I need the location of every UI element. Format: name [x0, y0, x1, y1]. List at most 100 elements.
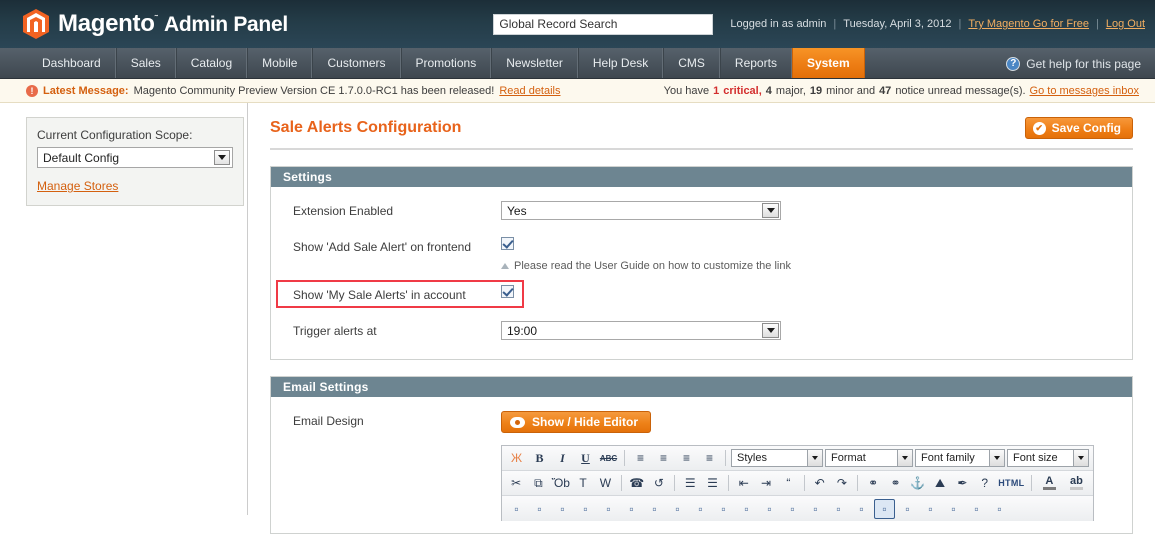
align-justify-icon[interactable]: ≡	[699, 448, 720, 468]
cut-icon[interactable]: ✂	[506, 473, 526, 493]
toolbar-button[interactable]: ▫	[759, 499, 780, 519]
nav-item-label: Dashboard	[42, 56, 101, 70]
font-family-select[interactable]: Font family	[915, 449, 1005, 467]
toolbar-button[interactable]: ▫	[920, 499, 941, 519]
toolbar-button[interactable]: ▫	[897, 499, 918, 519]
nav-item-help-desk[interactable]: Help Desk	[577, 48, 664, 78]
link-icon[interactable]: ⚭	[863, 473, 883, 493]
header-separator: |	[1096, 18, 1099, 30]
toolbar-button[interactable]: ▫	[874, 498, 895, 519]
styles-select[interactable]: Styles	[731, 449, 823, 467]
bullet-list-icon[interactable]: ☰	[680, 473, 700, 493]
nav-item-newsletter[interactable]: Newsletter	[491, 48, 578, 78]
toolbar-button[interactable]: ▫	[805, 499, 826, 519]
tinymce-logo-icon[interactable]: Ж	[506, 448, 527, 468]
find-replace-icon[interactable]: ↺	[649, 473, 669, 493]
cleanup-icon[interactable]: ✒	[952, 473, 972, 493]
try-magento-go-link[interactable]: Try Magento Go for Free	[968, 18, 1089, 30]
nav-item-cms[interactable]: CMS	[663, 48, 720, 78]
nav-item-catalog[interactable]: Catalog	[175, 48, 248, 78]
toolbar-button[interactable]: ▫	[943, 499, 964, 519]
toolbar-button[interactable]: ▫	[828, 499, 849, 519]
paste-icon[interactable]: Ὄb	[551, 473, 571, 493]
config-sidebar: Current Configuration Scope: Default Con…	[0, 103, 248, 515]
nav-item-system[interactable]: System	[791, 48, 865, 78]
find-icon[interactable]: ☎	[627, 473, 647, 493]
font-size-select[interactable]: Font size	[1007, 449, 1089, 467]
header-separator: |	[958, 18, 962, 30]
toolbar-button[interactable]: ▫	[644, 499, 665, 519]
anchor-icon[interactable]: ⚓	[908, 473, 928, 493]
toolbar-button[interactable]: ▫	[690, 499, 711, 519]
toolbar-button[interactable]: ▫	[529, 499, 550, 519]
get-help-link[interactable]: ? Get help for this page	[1006, 48, 1141, 79]
italic-icon[interactable]: I	[552, 448, 573, 468]
undo-icon[interactable]: ↶	[810, 473, 830, 493]
toolbar-button[interactable]: ▫	[851, 499, 872, 519]
paste-from-word-icon[interactable]: W	[595, 473, 615, 493]
save-config-button[interactable]: ✔ Save Config	[1024, 117, 1133, 139]
setting-label: Extension Enabled	[293, 204, 394, 218]
read-details-link[interactable]: Read details	[499, 85, 560, 97]
setting-select[interactable]: 19:00	[501, 321, 781, 340]
bold-icon[interactable]: B	[529, 448, 550, 468]
redo-icon[interactable]: ↷	[832, 473, 852, 493]
toolbar-button[interactable]: ▫	[667, 499, 688, 519]
global-search-input[interactable]	[493, 13, 714, 35]
settings-panel-heading: Settings	[271, 167, 1132, 187]
toolbar-button[interactable]: ▫	[736, 499, 757, 519]
html-source-icon[interactable]: HTML	[997, 473, 1026, 493]
latest-message-text: Magento Community Preview Version CE 1.7…	[133, 84, 495, 97]
nav-item-dashboard[interactable]: Dashboard	[28, 48, 116, 78]
chevron-down-icon	[214, 150, 230, 165]
nav-item-sales[interactable]: Sales	[115, 48, 176, 78]
messages-inbox-link[interactable]: Go to messages inbox	[1030, 85, 1139, 97]
log-out-link[interactable]: Log Out	[1106, 18, 1145, 30]
indent-icon[interactable]: ⇥	[756, 473, 776, 493]
strikethrough-icon[interactable]: ABC	[598, 448, 619, 468]
background-color-icon[interactable]: ab	[1064, 473, 1089, 493]
nav-item-customers[interactable]: Customers	[312, 48, 401, 78]
email-panel-heading: Email Settings	[271, 377, 1132, 397]
text-color-icon[interactable]: A	[1037, 473, 1062, 493]
setting-checkbox[interactable]	[501, 285, 514, 298]
settings-rows: Extension Enabled Yes Show 'Add Sale Alert…	[271, 187, 1132, 359]
manage-stores-link[interactable]: Manage Stores	[37, 179, 118, 193]
copy-icon[interactable]: ⧉	[528, 473, 548, 493]
setting-select[interactable]: Yes	[501, 201, 781, 220]
outdent-icon[interactable]: ⇤	[734, 473, 754, 493]
scope-select[interactable]: Default Config	[37, 147, 233, 168]
help-icon[interactable]: ?	[975, 473, 995, 493]
unlink-icon[interactable]: ⚭	[885, 473, 905, 493]
toolbar-button[interactable]: ▫	[782, 499, 803, 519]
show-hide-editor-button[interactable]: Show / Hide Editor	[501, 411, 652, 433]
toolbar-button[interactable]: ▫	[966, 499, 987, 519]
toolbar-button[interactable]: ▫	[989, 499, 1010, 519]
insert-image-icon[interactable]: ⛰	[930, 473, 950, 493]
nav-item-label: Mobile	[262, 56, 298, 70]
magento-logo-icon	[22, 9, 50, 39]
paste-as-text-icon[interactable]: T	[573, 473, 593, 493]
toolbar-button[interactable]: ▫	[713, 499, 734, 519]
underline-icon[interactable]: U	[575, 448, 596, 468]
toolbar-button[interactable]: ▫	[621, 499, 642, 519]
blockquote-icon[interactable]: “	[778, 473, 798, 493]
align-center-icon[interactable]: ≡	[653, 448, 674, 468]
toolbar-button[interactable]: ▫	[552, 499, 573, 519]
numbered-list-icon[interactable]: ☰	[702, 473, 722, 493]
setting-checkbox[interactable]	[501, 237, 514, 250]
nav-item-promotions[interactable]: Promotions	[400, 48, 492, 78]
nav-item-reports[interactable]: Reports	[719, 48, 792, 78]
format-select[interactable]: Format	[825, 449, 913, 467]
align-right-icon[interactable]: ≡	[676, 448, 697, 468]
nav-item-mobile[interactable]: Mobile	[247, 48, 313, 78]
toolbar-button[interactable]: ▫	[575, 499, 596, 519]
magento-logo-text: Magento˜ Admin Panel	[58, 10, 288, 37]
magento-logo[interactable]: Magento˜ Admin Panel	[0, 9, 288, 39]
align-left-icon[interactable]: ≡	[630, 448, 651, 468]
toolbar-row-2: ✂ ⧉ Ὄb T W ☎ ↺ ☰ ☰ ⇤ ⇥ “↶ ↷ ⚭ ⚭ ⚓ ⛰ ✒? HTML Aab	[502, 471, 1093, 496]
toolbar-button[interactable]: ▫	[506, 499, 527, 519]
font-family-select-value: Font family	[921, 452, 975, 464]
minor-count: 19	[809, 85, 823, 97]
toolbar-button[interactable]: ▫	[598, 499, 619, 519]
